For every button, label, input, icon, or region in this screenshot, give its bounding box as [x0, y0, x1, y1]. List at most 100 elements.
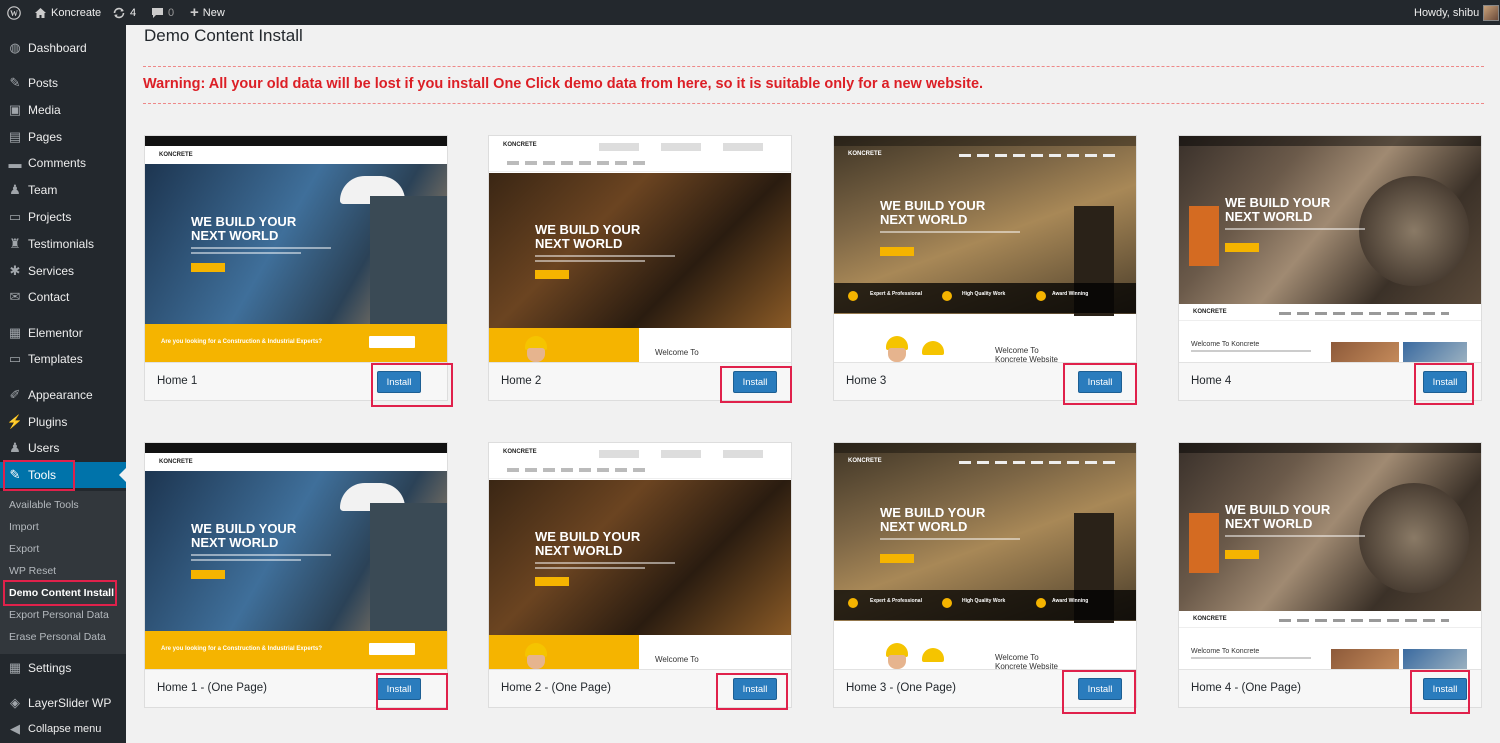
- sidebar-item-label: Testimonials: [28, 237, 95, 251]
- thumb-machine: [1359, 483, 1469, 593]
- thumb-logo: KONCRETE: [848, 151, 882, 157]
- demo-thumbnail: KONCRETE WE BUILD YOUR NEXT WORLD Welcome T…: [489, 136, 791, 362]
- thumb-readmore-button: [880, 247, 914, 256]
- submenu-item-export-personal-data[interactable]: Export Personal Data: [9, 609, 109, 621]
- demo-card: KONCRETE WE BUILD YOUR NEXT WORLD Are you l…: [144, 135, 453, 407]
- sidebar-item-settings[interactable]: ▦ Settings: [0, 655, 126, 681]
- sidebar-item-label: Contact: [28, 290, 70, 304]
- submenu-item-available-tools[interactable]: Available Tools: [9, 499, 79, 511]
- thumb-feature: Expert & Professional: [870, 291, 922, 297]
- updates-link[interactable]: 4: [112, 0, 136, 25]
- demo-thumbnail: KONCRETE WE BUILD YOUR NEXT WORLD Welcome T…: [489, 443, 791, 669]
- demo-name: Home 3: [846, 375, 887, 387]
- thumb-headline: NEXT WORLD: [1225, 516, 1313, 531]
- thumb-text-line: [535, 567, 645, 569]
- submenu-item-wp-reset[interactable]: WP Reset: [9, 565, 56, 577]
- thumb-topbar: [834, 136, 1136, 146]
- sidebar-item-pages[interactable]: ▤ Pages: [0, 124, 126, 150]
- sidebar-item-plugins[interactable]: ⚡ Plugins: [0, 409, 126, 435]
- thumb-headline: NEXT WORLD: [880, 212, 968, 227]
- thumb-headline: WE BUILD YOUR: [880, 505, 986, 520]
- thumb-topbar: [1179, 443, 1481, 453]
- media-icon: ▣: [8, 102, 22, 117]
- site-name-label: Koncreate: [51, 6, 102, 19]
- thumb-welcome-text: Welcome To Koncrete: [1191, 341, 1260, 348]
- submenu-item-export[interactable]: Export: [9, 543, 39, 555]
- demo-name: Home 3 - (One Page): [846, 682, 956, 694]
- demo-name: Home 1: [157, 375, 198, 387]
- sidebar-item-elementor[interactable]: ▦ Elementor: [0, 320, 126, 346]
- thumb-logo: KONCRETE: [503, 449, 537, 455]
- comments-link[interactable]: 0: [151, 0, 174, 25]
- thumb-welcome-text: Welcome To: [655, 655, 699, 664]
- divider: [143, 103, 1484, 104]
- dashboard-icon: ◍: [9, 40, 21, 55]
- thumb-gallery-image: [1403, 649, 1467, 669]
- thumb-menu: [507, 468, 647, 472]
- thumb-feature: Award Winning: [1052, 598, 1089, 604]
- sidebar-item-label: Elementor: [28, 326, 83, 340]
- thumb-contact-info: [599, 450, 779, 458]
- thumb-banner-text: Are you looking for a Construction & Ind…: [161, 339, 323, 345]
- thumb-logo: KONCRETE: [1193, 616, 1227, 622]
- thumb-text-line: [1191, 350, 1311, 352]
- thumb-welcome-text: Welcome To: [995, 346, 1039, 355]
- thumb-topbar: [834, 443, 1136, 453]
- thumb-headline: NEXT WORLD: [880, 519, 968, 534]
- thumb-headline: WE BUILD YOUR: [191, 521, 297, 536]
- layers-icon: ◈: [10, 695, 20, 710]
- sidebar-item-posts[interactable]: ✎ Posts: [0, 70, 126, 96]
- thumb-feature: Expert & Professional: [870, 598, 922, 604]
- sidebar-item-label: Settings: [28, 661, 72, 675]
- install-highlight-box: [1414, 363, 1474, 405]
- updates-count: 4: [130, 6, 137, 19]
- thumb-readmore-button: [1225, 243, 1259, 252]
- sidebar-item-comments[interactable]: ▬ Comments: [0, 150, 126, 176]
- demo-thumbnail: WE BUILD YOUR NEXT WORLD KONCRETE Welcome T…: [1179, 136, 1481, 362]
- wordpress-logo-icon[interactable]: W: [7, 0, 21, 25]
- thumb-worker: [1189, 206, 1219, 266]
- elementor-icon: ▦: [8, 325, 22, 340]
- folder-icon: ▭: [8, 209, 22, 224]
- sidebar-item-collapse-menu[interactable]: ◀ Collapse menu: [0, 716, 126, 742]
- sidebar-item-team[interactable]: ♟ Team: [0, 177, 126, 203]
- sidebar-item-users[interactable]: ♟ Users: [0, 435, 126, 461]
- site-name-link[interactable]: Koncreate: [34, 0, 101, 25]
- sidebar-item-media[interactable]: ▣ Media: [0, 97, 126, 123]
- my-account-link[interactable]: Howdy, shibu: [1414, 0, 1500, 25]
- thumb-headline: NEXT WORLD: [191, 228, 279, 243]
- demo-thumbnail: KONCRETE WE BUILD YOUR NEXT WORLD Expert & …: [834, 136, 1136, 362]
- thumb-gallery-image: [1403, 342, 1467, 362]
- install-highlight-box: [371, 363, 453, 407]
- thumb-feature-icon: [848, 291, 858, 301]
- install-highlight-box: [1410, 670, 1470, 714]
- plus-icon: +: [190, 4, 199, 21]
- new-content-link[interactable]: + New: [190, 0, 225, 25]
- demo-card: WE BUILD YOUR NEXT WORLD KONCRETE Welcome T…: [1178, 135, 1482, 405]
- thumb-text-line: [1225, 228, 1365, 230]
- sidebar-item-templates[interactable]: ▭ Templates: [0, 346, 126, 372]
- thumb-headline: WE BUILD YOUR: [1225, 502, 1331, 517]
- thumb-headline: NEXT WORLD: [1225, 209, 1313, 224]
- demo-thumbnail: KONCRETE WE BUILD YOUR NEXT WORLD Are you l…: [145, 136, 447, 362]
- sidebar-item-label: Dashboard: [28, 41, 87, 55]
- submenu-item-import[interactable]: Import: [9, 521, 39, 533]
- thumb-feature-icon: [942, 291, 952, 301]
- sidebar-item-layerslider-wp[interactable]: ◈ LayerSlider WP: [0, 690, 126, 716]
- install-highlight-box: [720, 366, 792, 403]
- sidebar-item-dashboard[interactable]: ◍ Dashboard: [0, 35, 126, 61]
- sidebar-item-services[interactable]: ✱ Services: [0, 258, 126, 284]
- thumb-headline: WE BUILD YOUR: [535, 529, 641, 544]
- sidebar-item-label: Comments: [28, 156, 87, 170]
- thumb-feature: High Quality Work: [962, 291, 1006, 297]
- sidebar-item-label: Media: [28, 103, 61, 117]
- sidebar-item-appearance[interactable]: ✐ Appearance: [0, 382, 126, 408]
- submenu-item-erase-personal-data[interactable]: Erase Personal Data: [9, 631, 106, 643]
- thumb-readmore-button: [1225, 550, 1259, 559]
- thumb-welcome-text: Welcome To Koncrete: [1191, 648, 1260, 655]
- demo-card: WE BUILD YOUR NEXT WORLD KONCRETE Welcome T…: [1178, 442, 1482, 714]
- demo-name: Home 2: [501, 375, 542, 387]
- sidebar-item-contact[interactable]: ✉ Contact: [0, 284, 126, 310]
- sidebar-item-testimonials[interactable]: ♜ Testimonials: [0, 231, 126, 257]
- sidebar-item-projects[interactable]: ▭ Projects: [0, 204, 126, 230]
